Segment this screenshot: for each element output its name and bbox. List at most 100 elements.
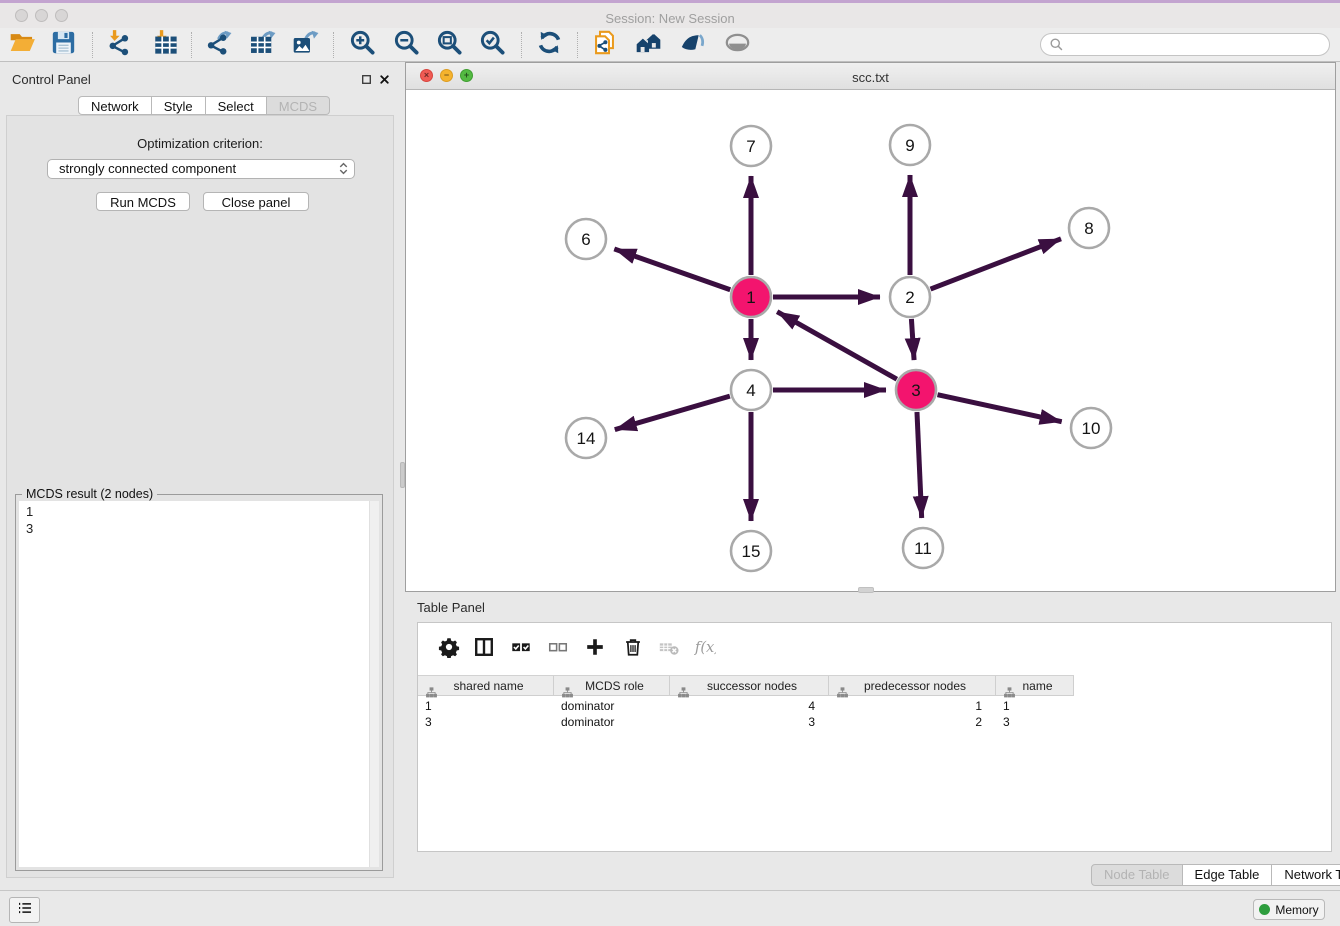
edge-3-11[interactable] xyxy=(917,412,922,518)
zoom-fit-button[interactable] xyxy=(433,30,465,60)
svg-text:9: 9 xyxy=(905,136,914,155)
svg-text:6: 6 xyxy=(581,230,590,249)
search-input[interactable] xyxy=(1040,33,1330,56)
float-panel-icon[interactable] xyxy=(360,73,373,86)
table-row-3[interactable]: 3dominator323 xyxy=(418,715,1074,731)
zoom-selected-button[interactable] xyxy=(476,30,508,60)
network-title: scc.txt xyxy=(406,70,1335,85)
edge-1-6[interactable] xyxy=(614,249,730,290)
zoom-in-button[interactable] xyxy=(346,30,378,60)
node-15[interactable]: 15 xyxy=(731,531,771,571)
show-columns-icon xyxy=(473,636,495,663)
svg-text:14: 14 xyxy=(577,429,596,448)
column-header-MCDS-role[interactable]: MCDS role xyxy=(554,676,670,695)
select-all-rows-icon xyxy=(510,636,532,663)
node-1[interactable]: 1 xyxy=(731,277,771,317)
export-network-button[interactable] xyxy=(202,30,234,60)
node-9[interactable]: 9 xyxy=(890,125,930,165)
tab-network[interactable]: Network xyxy=(78,96,152,115)
close-panel-button[interactable]: Close panel xyxy=(203,192,309,211)
table-row-1[interactable]: 1dominator411 xyxy=(418,699,1074,715)
node-4[interactable]: 4 xyxy=(731,370,771,410)
export-image-icon xyxy=(292,29,319,61)
tab-edge-table[interactable]: Edge Table xyxy=(1183,864,1273,886)
add-row-button[interactable] xyxy=(582,636,608,662)
zoom-fit-icon xyxy=(436,29,463,61)
export-table-button[interactable] xyxy=(246,30,278,60)
delete-row-button[interactable] xyxy=(620,636,646,662)
tab-network-table[interactable]: Network Table xyxy=(1272,864,1340,886)
first-neighbors-button[interactable] xyxy=(632,30,664,60)
result-scrollbar[interactable] xyxy=(369,501,379,867)
svg-text:7: 7 xyxy=(746,137,755,156)
node-3[interactable]: 3 xyxy=(896,370,936,410)
column-label: name xyxy=(1022,679,1052,693)
import-network-button[interactable] xyxy=(102,30,134,60)
show-graphics-details-icon xyxy=(679,29,706,61)
open-session-button[interactable] xyxy=(6,30,38,60)
column-header-shared-name[interactable]: shared name xyxy=(418,676,554,695)
tab-mcds[interactable]: MCDS xyxy=(267,96,330,115)
apply-preferred-layout-icon xyxy=(536,29,563,61)
tab-style[interactable]: Style xyxy=(152,96,206,115)
table-options-button[interactable] xyxy=(436,636,462,662)
add-row-icon xyxy=(584,636,606,663)
node-2[interactable]: 2 xyxy=(890,277,930,317)
column-header-successor-nodes[interactable]: successor nodes xyxy=(670,676,829,695)
node-7[interactable]: 7 xyxy=(731,126,771,166)
column-label: successor nodes xyxy=(707,679,797,693)
mcds-result-list[interactable]: 13 xyxy=(19,501,379,867)
table-panel-title: Table Panel xyxy=(417,600,485,615)
cell: 3 xyxy=(670,715,829,731)
edge-3-10[interactable] xyxy=(937,395,1061,422)
edge-4-14[interactable] xyxy=(615,396,730,429)
memory-status-icon xyxy=(1259,904,1270,915)
node-14[interactable]: 14 xyxy=(566,418,606,458)
toolbar-divider xyxy=(521,32,522,58)
tab-node-table[interactable]: Node Table xyxy=(1091,864,1183,886)
svg-text:3: 3 xyxy=(911,381,920,400)
apply-preferred-layout-button[interactable] xyxy=(533,30,565,60)
save-session-button[interactable] xyxy=(47,30,79,60)
birds-eye-view-button[interactable] xyxy=(721,30,753,60)
save-session-icon xyxy=(50,29,77,61)
control-panel-title: Control Panel xyxy=(12,72,91,87)
column-header-predecessor-nodes[interactable]: predecessor nodes xyxy=(829,676,996,695)
svg-text:15: 15 xyxy=(742,542,761,561)
node-10[interactable]: 10 xyxy=(1071,408,1111,448)
zoom-out-button[interactable] xyxy=(390,30,422,60)
control-panel-tabs: NetworkStyleSelectMCDS xyxy=(78,96,330,115)
import-table-button[interactable] xyxy=(149,30,181,60)
optimization-criterion-label: Optimization criterion: xyxy=(7,136,393,151)
list-icon xyxy=(16,899,34,922)
edge-2-8[interactable] xyxy=(931,239,1061,289)
zoom-out-icon xyxy=(393,29,420,61)
chevron-updown-icon xyxy=(337,162,350,176)
network-canvas[interactable]: 1 2 3 4 6 7 8 9 10 11 14 15 xyxy=(406,90,1335,591)
edge-3-1[interactable] xyxy=(777,312,897,379)
column-label: predecessor nodes xyxy=(864,679,966,693)
close-panel-icon[interactable] xyxy=(378,73,391,86)
run-mcds-button[interactable]: Run MCDS xyxy=(96,192,190,211)
column-header-name[interactable]: name xyxy=(996,676,1074,695)
edge-2-3[interactable] xyxy=(911,319,914,360)
node-6[interactable]: 6 xyxy=(566,219,606,259)
clone-network-button[interactable] xyxy=(588,30,620,60)
network-view-window: × − + scc.txt 1234678910111415 xyxy=(405,62,1336,592)
node-11[interactable]: 11 xyxy=(903,528,943,568)
zoom-in-icon xyxy=(349,29,376,61)
horizontal-split-grip[interactable] xyxy=(858,587,874,593)
node-8[interactable]: 8 xyxy=(1069,208,1109,248)
show-columns-button[interactable] xyxy=(471,636,497,662)
task-history-button[interactable] xyxy=(9,897,40,923)
deselect-all-rows-button[interactable] xyxy=(545,636,571,662)
tab-select[interactable]: Select xyxy=(206,96,267,115)
select-all-rows-button[interactable] xyxy=(508,636,534,662)
criterion-select[interactable]: strongly connected component xyxy=(47,159,355,179)
cell: dominator xyxy=(554,715,670,731)
table-options-icon xyxy=(438,636,460,663)
memory-label: Memory xyxy=(1275,903,1318,917)
show-graphics-details-button[interactable] xyxy=(676,30,708,60)
memory-button[interactable]: Memory xyxy=(1253,899,1325,920)
export-image-button[interactable] xyxy=(289,30,321,60)
